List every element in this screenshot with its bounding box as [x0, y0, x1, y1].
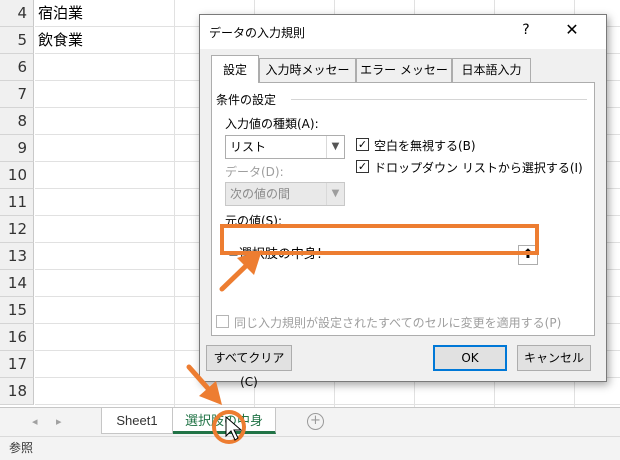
- ok-button[interactable]: OK: [433, 345, 507, 371]
- apply-all-label: 同じ入力規則が設定されたすべてのセルに変更を適用する(P): [234, 316, 562, 330]
- row-header[interactable]: 11: [0, 189, 34, 216]
- in-cell-dropdown-checkbox[interactable]: ✓: [356, 160, 369, 173]
- row-header[interactable]: 10: [0, 162, 34, 189]
- cell[interactable]: [35, 378, 620, 405]
- row-header[interactable]: 4: [0, 0, 34, 27]
- source-highlight-frame: [220, 224, 539, 255]
- chevron-down-icon: ▼: [326, 183, 344, 205]
- sheet-tab-bar: ◂ ▸ Sheet1 選択肢の中身 +: [0, 407, 620, 436]
- ignore-blank-label: 空白を無視する(B): [374, 139, 476, 153]
- row-header[interactable]: 12: [0, 216, 34, 243]
- settings-panel: 条件の設定 入力値の種類(A): リスト ▼ ✓ 空白を無視する(B) ✓ ドロ…: [211, 82, 595, 336]
- cancel-button[interactable]: キャンセル: [517, 345, 591, 371]
- help-button[interactable]: ?: [516, 22, 536, 38]
- data-label: データ(D):: [225, 165, 284, 179]
- close-icon[interactable]: ✕: [560, 20, 584, 39]
- data-select: 次の値の間 ▼: [225, 182, 345, 206]
- apply-all-checkbox: [216, 315, 229, 328]
- row-header[interactable]: 7: [0, 81, 34, 108]
- sheet-row[interactable]: 18: [0, 378, 620, 405]
- tab-error-alert[interactable]: エラー メッセージ: [356, 58, 452, 100]
- row-header[interactable]: 6: [0, 54, 34, 81]
- row-header[interactable]: 13: [0, 243, 34, 270]
- clear-all-button[interactable]: すべてクリア(C): [206, 345, 292, 389]
- next-sheet-icon[interactable]: ▸: [56, 415, 62, 428]
- allow-label: 入力値の種類(A):: [225, 117, 319, 131]
- tab-settings[interactable]: 設定: [211, 55, 259, 83]
- ignore-blank-checkbox[interactable]: ✓: [356, 138, 369, 151]
- allow-select[interactable]: リスト ▼: [225, 135, 345, 159]
- status-mode: 参照: [9, 441, 34, 455]
- dialog-title: データの入力規則: [209, 26, 306, 40]
- row-header[interactable]: 18: [0, 378, 34, 405]
- in-cell-dropdown-label: ドロップダウン リストから選択する(I): [374, 161, 583, 175]
- divider: [291, 99, 587, 100]
- data-select-value: 次の値の間: [230, 187, 291, 201]
- criteria-heading: 条件の設定: [216, 93, 277, 107]
- row-header[interactable]: 5: [0, 27, 34, 54]
- tab-ime-mode[interactable]: 日本語入力: [452, 58, 531, 82]
- prev-sheet-icon[interactable]: ◂: [32, 415, 38, 428]
- row-header[interactable]: 17: [0, 351, 34, 378]
- row-header[interactable]: 14: [0, 270, 34, 297]
- sheet-tab-choices[interactable]: 選択肢の中身: [173, 408, 276, 434]
- chevron-down-icon: ▼: [326, 136, 344, 158]
- row-header[interactable]: 9: [0, 135, 34, 162]
- row-header[interactable]: 8: [0, 108, 34, 135]
- dialog-titlebar[interactable]: データの入力規則 ? ✕: [200, 15, 606, 49]
- status-bar: 参照: [0, 436, 620, 460]
- data-validation-dialog: データの入力規則 ? ✕ 設定 入力時メッセージ エラー メッセージ 日本語入力…: [199, 14, 607, 389]
- allow-select-value: リスト: [230, 140, 267, 154]
- tab-input-message[interactable]: 入力時メッセージ: [259, 58, 356, 100]
- add-sheet-button[interactable]: +: [307, 413, 324, 430]
- row-header[interactable]: 16: [0, 324, 34, 351]
- row-header[interactable]: 15: [0, 297, 34, 324]
- sheet-tab-sheet1[interactable]: Sheet1: [101, 408, 173, 434]
